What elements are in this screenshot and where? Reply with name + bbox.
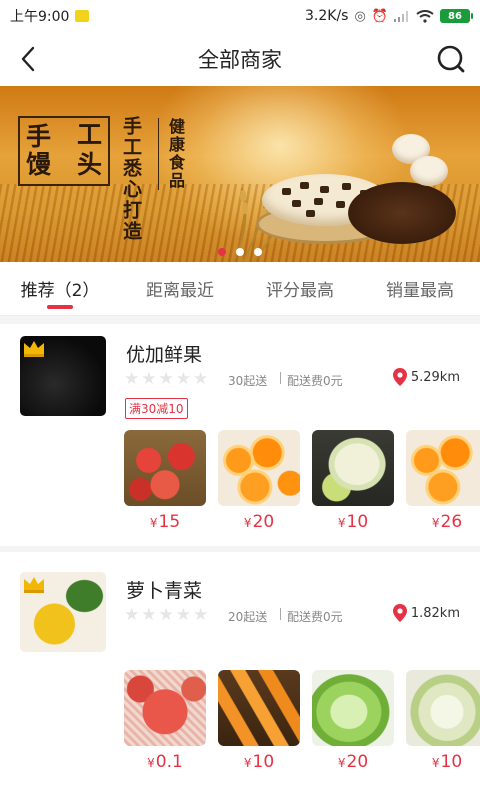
promo-badge: 满30减10 (125, 398, 188, 419)
melon-image (312, 430, 394, 506)
product-strip: ¥0.1 ¥10 ¥20 ¥10 (124, 670, 480, 780)
product-price: ¥15 (149, 512, 181, 532)
product-item[interactable]: ¥20 (312, 670, 394, 780)
back-button[interactable] (10, 40, 46, 78)
tab-best-selling[interactable]: 销量最高 (360, 262, 480, 315)
product-price: ¥26 (431, 512, 463, 532)
star-icon: ★ (175, 369, 191, 389)
star-icon: ★ (141, 369, 157, 389)
product-strip: ¥15 ¥20 ¥10 ¥26 (124, 430, 480, 540)
promo-banner[interactable]: 手 工 馒 头 手工悉心打造 健康食品 (0, 86, 480, 262)
app-notification-icon (75, 10, 90, 22)
product-price: ¥10 (431, 752, 463, 772)
rating-stars: ★ ★ ★ ★ ★ (124, 370, 208, 388)
carousel-dot[interactable] (218, 248, 226, 256)
product-item[interactable]: ¥10 (312, 430, 394, 540)
carousel-dot[interactable] (236, 248, 244, 256)
product-price: ¥10 (337, 512, 369, 532)
product-item[interactable]: ¥15 (124, 430, 206, 540)
star-icon: ★ (141, 605, 157, 625)
header: 全部商家 (0, 32, 480, 86)
distance: 5.29km (392, 368, 460, 386)
tab-recommended[interactable]: 推荐（2） (0, 262, 120, 315)
product-price: ¥20 (243, 512, 275, 532)
page-title: 全部商家 (198, 48, 282, 72)
product-price: ¥10 (243, 752, 275, 772)
apples-in-net-image (124, 670, 206, 746)
cabbage-image (406, 670, 480, 746)
back-arrow-icon (21, 46, 35, 72)
merchant-avatar (20, 572, 106, 652)
carousel-indicator (0, 248, 480, 256)
orange-slices-image (406, 430, 480, 506)
product-item[interactable]: ¥20 (218, 430, 300, 540)
merchant-name: 萝卜青菜 (126, 580, 203, 602)
battery-icon: 86 (440, 9, 473, 23)
status-time: 上午9:00 (10, 9, 70, 25)
delivery-fee: 配送费0元 (287, 374, 343, 388)
star-icon: ★ (158, 369, 174, 389)
star-icon: ★ (175, 605, 191, 625)
distance: 1.82km (392, 604, 460, 622)
star-icon: ★ (193, 369, 209, 389)
crown-icon (24, 577, 44, 593)
active-tab-indicator (47, 305, 73, 309)
delivery-fee: 配送费0元 (287, 610, 343, 624)
star-icon: ★ (193, 605, 209, 625)
round-bun-image (410, 156, 448, 186)
apples-image (124, 430, 206, 506)
star-icon: ★ (158, 605, 174, 625)
lettuce-image (312, 670, 394, 746)
product-price: ¥0.1 (147, 752, 183, 772)
banner-slogan: 手工悉心打造 (120, 116, 142, 242)
carousel-dot[interactable] (254, 248, 262, 256)
product-item[interactable]: ¥10 (218, 670, 300, 780)
search-icon (437, 45, 465, 73)
orange-slices-image (218, 430, 300, 506)
status-bar: 上午9:00 3.2K/s ◎ ⏰ 86 (0, 0, 480, 32)
product-item[interactable]: ¥0.1 (124, 670, 206, 780)
banner-tagline: 健康食品 (158, 118, 187, 190)
coffee-beans-image (348, 182, 456, 244)
hotspot-icon: ◎ (354, 8, 366, 24)
sort-tabs: 推荐（2） 距离最近 评分最高 销量最高 (0, 262, 480, 316)
crown-icon (24, 341, 44, 357)
tab-nearest[interactable]: 距离最近 (120, 262, 240, 315)
star-icon: ★ (124, 605, 140, 625)
alarm-icon: ⏰ (371, 8, 388, 24)
product-item[interactable]: ¥10 (406, 670, 480, 780)
merchant-name: 优加鲜果 (126, 344, 203, 366)
signal-icon (394, 11, 408, 22)
merchant-card[interactable]: 优加鲜果 ★ ★ ★ ★ ★ 30起送 配送费0元 5.29km 满30减10 … (0, 316, 480, 546)
min-order: 20起送 (228, 610, 268, 624)
banner-logo-seal: 手 工 馒 头 (18, 116, 110, 186)
wifi-icon (416, 9, 434, 23)
star-icon: ★ (124, 369, 140, 389)
location-pin-icon (392, 604, 407, 622)
cantaloupe-slices-image (218, 670, 300, 746)
tab-top-rated[interactable]: 评分最高 (240, 262, 360, 315)
rating-stars: ★ ★ ★ ★ ★ (124, 606, 208, 624)
location-pin-icon (392, 368, 407, 386)
min-order: 30起送 (228, 374, 268, 388)
search-button[interactable] (432, 40, 470, 78)
product-price: ¥20 (337, 752, 369, 772)
merchant-avatar (20, 336, 106, 416)
merchant-card[interactable]: 萝卜青菜 ★ ★ ★ ★ ★ 20起送 配送费0元 1.82km ¥0.1 ¥1… (0, 552, 480, 782)
product-item[interactable]: ¥26 (406, 430, 480, 540)
network-speed: 3.2K/s (305, 8, 349, 24)
